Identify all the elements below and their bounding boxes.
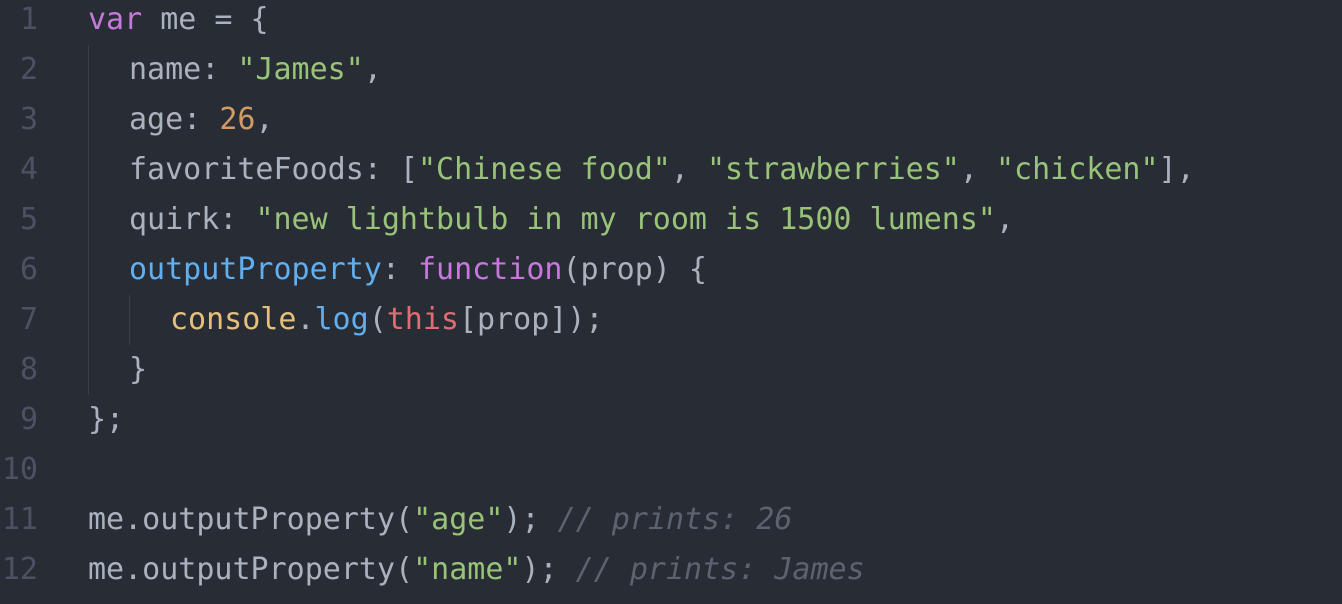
line-number: 12 — [1, 552, 38, 587]
line-number: 10 — [1, 452, 38, 487]
code-line-9[interactable]: }; — [88, 395, 124, 445]
plain-token: }; — [88, 402, 125, 437]
object-token: console — [170, 302, 297, 337]
line-number: 7 — [19, 302, 38, 337]
code-line-7[interactable]: console.log(this[prop]); — [170, 295, 604, 345]
string-token: "James" — [237, 52, 364, 87]
comment-token: // prints: James — [575, 552, 865, 587]
function-token: log — [314, 302, 369, 337]
number-token: 26 — [219, 102, 256, 137]
string-token: "age" — [413, 502, 504, 537]
code-line-6[interactable]: outputProperty: function(prop) { — [129, 245, 707, 295]
punctuation-token: , — [670, 152, 707, 187]
plain-token: } — [129, 352, 148, 387]
code-line-3[interactable]: age: 26, — [129, 95, 274, 145]
code-line-5[interactable]: quirk: "new lightbulb in my room is 1500… — [129, 195, 1014, 245]
indent-guide — [88, 45, 89, 395]
indent-guide — [129, 295, 130, 345]
code-line-4[interactable]: favoriteFoods: ["Chinese food", "strawbe… — [129, 145, 1195, 195]
string-token: "strawberries" — [706, 152, 960, 187]
keyword-token: var — [88, 2, 143, 37]
line-number: 6 — [19, 252, 38, 287]
punctuation-token: . — [296, 302, 315, 337]
property-token: favoriteFoods: [ — [129, 152, 418, 187]
this-token: this — [386, 302, 459, 337]
punctuation-token: , — [363, 52, 382, 87]
code-area[interactable]: var me = { name: "James", age: 26, favor… — [88, 0, 1342, 604]
plain-token: [prop]); — [459, 302, 604, 337]
property-token: name: — [129, 52, 238, 87]
plain-token: me = { — [142, 2, 269, 37]
line-number: 2 — [19, 52, 38, 87]
method-name-token: outputProperty — [129, 252, 382, 287]
string-token: "chicken" — [995, 152, 1159, 187]
line-number: 3 — [19, 102, 38, 137]
property-token: quirk: — [129, 202, 256, 237]
punctuation-token: , — [995, 202, 1015, 237]
punctuation-token: ( — [368, 302, 387, 337]
line-number: 1 — [19, 2, 38, 37]
string-token: "new lightbulb in my room is 1500 lumens… — [255, 202, 996, 237]
line-number: 11 — [1, 502, 38, 537]
punctuation-token: ); — [521, 552, 576, 587]
string-token: "name" — [413, 552, 522, 587]
punctuation-token: ], — [1158, 152, 1195, 187]
code-line-2[interactable]: name: "James", — [129, 45, 382, 95]
punctuation-token: ); — [503, 502, 558, 537]
punctuation-token: , — [255, 102, 274, 137]
plain-token: me.outputProperty( — [88, 502, 414, 537]
plain-token: (prop) { — [562, 252, 708, 287]
punctuation-token: , — [959, 152, 996, 187]
comment-token: // prints: 26 — [557, 502, 793, 537]
line-number: 4 — [19, 152, 38, 187]
code-line-12[interactable]: me.outputProperty("name"); // prints: Ja… — [88, 545, 865, 595]
property-token: age: — [129, 102, 220, 137]
line-number: 8 — [19, 352, 38, 387]
code-line-1[interactable]: var me = { — [88, 0, 269, 45]
line-number-gutter: 1 2 3 4 5 6 7 8 9 10 11 12 — [0, 0, 60, 604]
keyword-token: function — [418, 252, 563, 287]
plain-token: me.outputProperty( — [88, 552, 414, 587]
punctuation-token: : — [381, 252, 418, 287]
code-editor[interactable]: 1 2 3 4 5 6 7 8 9 10 11 12 var me = { na… — [0, 0, 1342, 604]
string-token: "Chinese food" — [417, 152, 671, 187]
line-number: 9 — [19, 402, 38, 437]
line-number: 5 — [19, 202, 38, 237]
code-line-11[interactable]: me.outputProperty("age"); // prints: 26 — [88, 495, 792, 545]
code-line-8[interactable]: } — [129, 345, 147, 395]
